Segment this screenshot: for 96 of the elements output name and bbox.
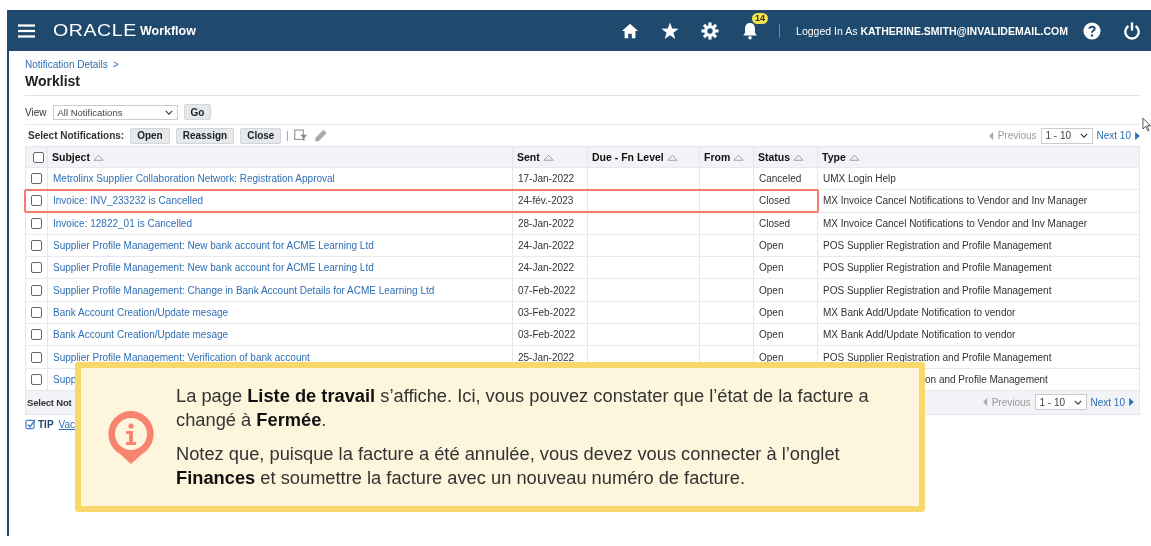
tip-link[interactable]: Vac bbox=[58, 418, 76, 430]
app-title: Workflow bbox=[139, 23, 196, 38]
subject-link[interactable]: Supplier Profile Management: Change in Bank Account Details for ACME Learning Ltd bbox=[53, 284, 435, 296]
column-header[interactable]: Status bbox=[754, 147, 818, 167]
next-link[interactable]: Next 10 bbox=[1090, 396, 1125, 408]
table-cell: Canceled bbox=[759, 173, 802, 185]
view-label: View bbox=[25, 106, 47, 118]
row-checkbox[interactable] bbox=[31, 373, 42, 385]
table-cell: POS Supplier Registration and Profile Management bbox=[823, 284, 1052, 296]
row-checkbox[interactable] bbox=[31, 217, 42, 229]
filter-icon[interactable] bbox=[294, 129, 309, 142]
select-all-checkbox[interactable] bbox=[33, 151, 44, 163]
logo-text: ORACLE bbox=[53, 20, 137, 41]
table-cell: 24-Jan-2022 bbox=[518, 262, 575, 274]
footer-label: Select Not bbox=[27, 396, 72, 408]
action-button[interactable]: Open bbox=[130, 127, 170, 144]
chevron-down-icon[interactable] bbox=[164, 109, 173, 115]
table-cell: on and Profile Management bbox=[925, 373, 1048, 385]
table-cell: 17-Jan-2022 bbox=[518, 173, 575, 185]
table-cell: Open bbox=[759, 240, 784, 252]
page-title: Worklist bbox=[25, 73, 1140, 96]
go-button[interactable]: Go bbox=[183, 104, 212, 120]
chevron-down-icon[interactable] bbox=[1073, 399, 1082, 405]
check-icon bbox=[25, 418, 36, 430]
table-cell: POS Supplier Registration and Profile Management bbox=[823, 240, 1052, 252]
previous-arrow-icon bbox=[988, 131, 994, 140]
range-dropdown[interactable]: 1 - 10 bbox=[1034, 394, 1087, 411]
table-cell: 03-Feb-2022 bbox=[518, 306, 576, 318]
subject-link[interactable]: Supplier Profile Management: New bank account for ACME Learning Ltd bbox=[53, 240, 374, 252]
table-cell: Closed bbox=[759, 195, 791, 207]
row-checkbox[interactable] bbox=[31, 240, 42, 252]
cursor-icon bbox=[1142, 117, 1151, 132]
table-cell: Open bbox=[759, 329, 784, 341]
actions-label: Select Notifications: bbox=[28, 130, 125, 141]
next-arrow-icon[interactable] bbox=[1135, 131, 1140, 140]
subject-link[interactable]: Bank Account Creation/Update mesage bbox=[53, 306, 229, 318]
star-icon[interactable] bbox=[661, 21, 680, 40]
notification-badge: 14 bbox=[752, 12, 769, 24]
subject-link[interactable]: Invoice: INV_233232 is Cancelled bbox=[53, 195, 204, 207]
table-cell: POS Supplier Registration and Profile Management bbox=[823, 351, 1052, 363]
subject-link[interactable]: Supplier Profile Management: New bank account for ACME Learning Ltd bbox=[53, 262, 374, 274]
logged-in-label: Logged In As bbox=[796, 24, 858, 37]
subject-link[interactable]: Invoice: 12822_01 is Cancelled bbox=[53, 217, 192, 229]
table-cell: Closed bbox=[759, 217, 791, 229]
view-dropdown[interactable]: All Notifications bbox=[52, 104, 178, 120]
bell-icon[interactable] bbox=[741, 21, 760, 40]
range-dropdown[interactable]: 1 - 10 bbox=[1040, 127, 1093, 144]
row-checkbox[interactable] bbox=[31, 329, 42, 341]
subject-link[interactable]: Supplier Profile Management: Verification of bank account bbox=[53, 351, 310, 363]
row-checkbox[interactable] bbox=[31, 173, 42, 185]
table-cell: 25-Jan-2022 bbox=[518, 351, 575, 363]
breadcrumb-link[interactable]: Notification Details bbox=[25, 59, 108, 70]
callout-paragraph: Notez que, puisque la facture a été annulée, vous devez vous connecter à l’onglet Finances et soumettre la facture avec un nouveau numéro de facture. bbox=[176, 442, 841, 490]
help-icon[interactable] bbox=[1083, 21, 1101, 40]
row-checkbox[interactable] bbox=[31, 351, 42, 363]
table-cell: 07-Feb-2022 bbox=[518, 284, 576, 296]
power-icon[interactable] bbox=[1123, 21, 1141, 40]
row-checkbox[interactable] bbox=[31, 284, 42, 296]
table-cell: MX Bank Add/Update Notification to vendor bbox=[823, 329, 1016, 341]
next-arrow-icon[interactable] bbox=[1129, 398, 1134, 407]
column-header[interactable]: Sent bbox=[513, 147, 588, 167]
callout-paragraph: La page Liste de travail s’affiche. Ici, vous pouvez constater que l’état de la facture a changé à Fermée. bbox=[176, 384, 870, 432]
action-button[interactable]: Reassign bbox=[175, 127, 235, 144]
column-header[interactable]: Subject bbox=[48, 147, 513, 167]
table-cell: 24-fév.-2023 bbox=[518, 195, 574, 207]
column-header[interactable]: Due - Fn Level bbox=[588, 147, 700, 167]
user-name: KATHERINE.SMITH@INVALIDEMAIL.COM bbox=[860, 24, 1068, 37]
next-link[interactable]: Next 10 bbox=[1096, 130, 1131, 141]
row-checkbox[interactable] bbox=[31, 306, 42, 318]
action-button[interactable]: Close bbox=[240, 127, 282, 144]
table-cell: UMX Login Help bbox=[823, 173, 896, 185]
column-header[interactable]: Type bbox=[818, 147, 1139, 167]
table-cell: Open bbox=[759, 262, 784, 274]
row-checkbox[interactable] bbox=[31, 195, 42, 207]
column-header[interactable]: From bbox=[700, 147, 754, 167]
subject-link[interactable]: Bank Account Creation/Update mesage bbox=[53, 329, 229, 341]
settings-icon[interactable] bbox=[701, 21, 720, 40]
table-cell: 03-Feb-2022 bbox=[518, 329, 576, 341]
table-cell: POS Supplier Registration and Profile Management bbox=[823, 262, 1052, 274]
table-cell: MX Invoice Cancel Notifications to Vendor and Inv Manager bbox=[823, 217, 1088, 229]
menu-icon[interactable] bbox=[18, 23, 35, 38]
table-cell: Open bbox=[759, 351, 784, 363]
table-cell: Open bbox=[759, 306, 784, 318]
tip-label: TIP bbox=[38, 418, 54, 430]
previous-arrow-icon bbox=[982, 398, 988, 407]
row-checkbox[interactable] bbox=[31, 262, 42, 274]
table-cell: 24-Jan-2022 bbox=[518, 240, 575, 252]
home-icon[interactable] bbox=[621, 21, 640, 40]
table-cell: Open bbox=[759, 284, 784, 296]
chevron-down-icon[interactable] bbox=[1079, 133, 1088, 138]
breadcrumb-separator: > bbox=[112, 59, 119, 70]
subject-link[interactable]: Metrolinx Supplier Collaboration Network: Registration Approval bbox=[53, 173, 335, 185]
table-cell: MX Bank Add/Update Notification to vendor bbox=[823, 306, 1016, 318]
table-cell: 28-Jan-2022 bbox=[518, 217, 575, 229]
table-cell: MX Invoice Cancel Notifications to Vendor and Inv Manager bbox=[823, 195, 1088, 207]
info-icon bbox=[106, 409, 156, 465]
